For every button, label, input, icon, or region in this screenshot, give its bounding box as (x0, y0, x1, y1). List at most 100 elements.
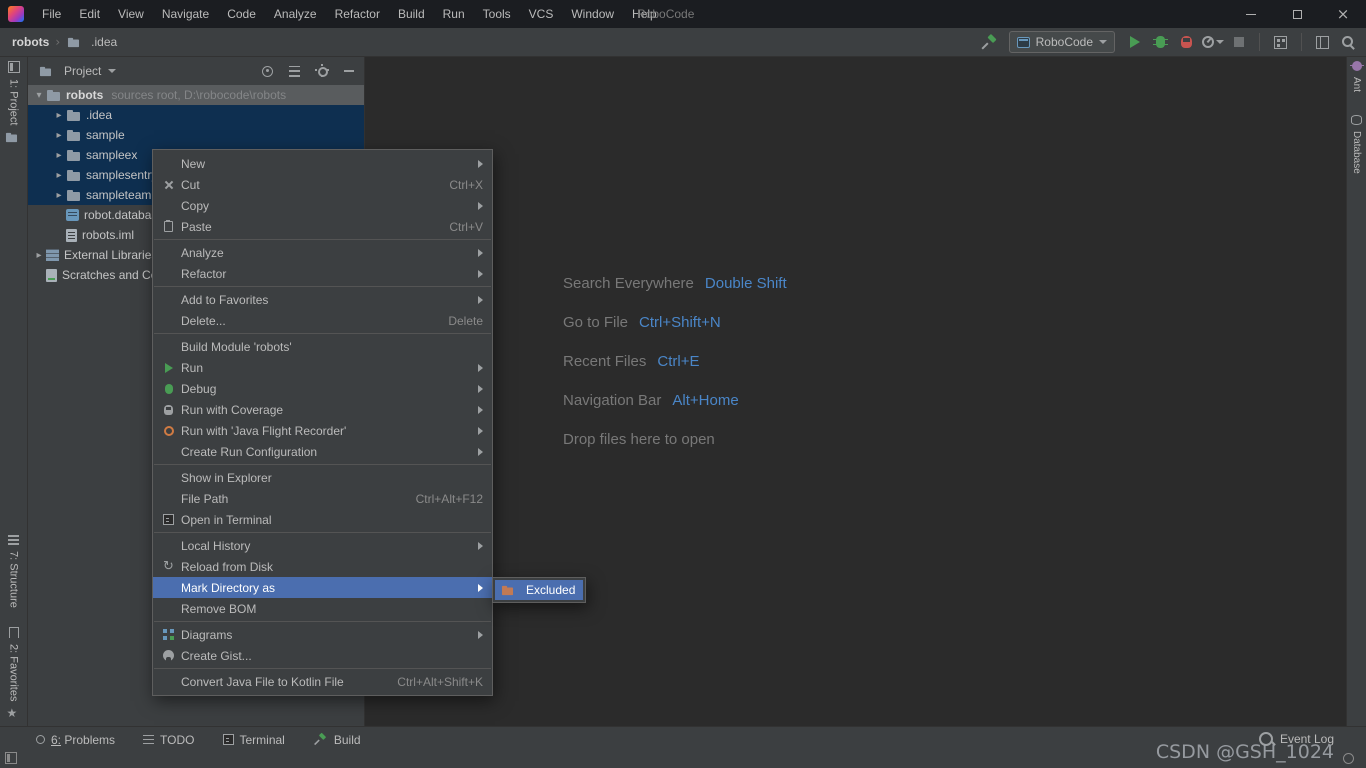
chevron-down-icon[interactable] (108, 69, 117, 73)
menu-item-create-gist[interactable]: Create Gist... (153, 645, 492, 666)
menubar-build[interactable]: Build (389, 0, 434, 28)
menu-item-create-run-configuration[interactable]: Create Run Configuration (153, 441, 492, 462)
menu-item-mark-directory-as[interactable]: Mark Directory as (153, 577, 492, 598)
menu-item-open-in-terminal[interactable]: Open in Terminal (153, 509, 492, 530)
minimize-button[interactable] (1228, 0, 1274, 28)
maximize-icon (1292, 9, 1302, 19)
search-everywhere-button[interactable] (1337, 31, 1360, 53)
menu-item-delete[interactable]: Delete... Delete (153, 310, 492, 331)
flight-recorder-icon (159, 423, 178, 439)
project-tab-icon (7, 61, 20, 73)
build-tab-button[interactable]: Build (313, 732, 361, 747)
menubar-run[interactable]: Run (434, 0, 474, 28)
collapse-all-icon[interactable] (289, 65, 300, 77)
menu-item-refactor[interactable]: Refactor (153, 263, 492, 284)
hint-label: Navigation Bar (563, 391, 662, 409)
menu-item-analyze[interactable]: Analyze (153, 242, 492, 263)
menu-item-show-in-explorer[interactable]: Show in Explorer (153, 467, 492, 488)
tool-tab-structure[interactable]: 7: Structure (0, 535, 27, 608)
coverage-button[interactable] (1175, 31, 1198, 53)
menu-item-label: Mark Directory as (181, 580, 276, 595)
menu-item-debug[interactable]: Debug (153, 378, 492, 399)
submenu-item-excluded[interactable]: Excluded (495, 580, 583, 600)
menu-item-paste[interactable]: Paste Ctrl+V (153, 216, 492, 237)
problems-button[interactable]: 6: Problems (36, 733, 115, 747)
chevron-down-icon (1215, 40, 1224, 44)
locate-file-icon[interactable] (262, 65, 273, 77)
menubar-navigate[interactable]: Navigate (153, 0, 218, 28)
gear-icon[interactable] (316, 64, 328, 77)
menu-item-new[interactable]: New (153, 153, 492, 174)
tree-row[interactable]: ▸ .idea (28, 105, 364, 125)
hint-line: Go to File Ctrl+Shift+N (563, 312, 787, 332)
menu-item-label: Create Run Configuration (181, 444, 318, 459)
menubar-edit[interactable]: Edit (70, 0, 109, 28)
menu-item-run-with-coverage[interactable]: Run with Coverage (153, 399, 492, 420)
menu-item-run[interactable]: Run (153, 357, 492, 378)
blank-icon (159, 470, 178, 486)
menubar-tools[interactable]: Tools (474, 0, 520, 28)
hint-shortcut: Double Shift (704, 274, 787, 292)
menubar-view[interactable]: View (109, 0, 153, 28)
project-structure-button[interactable] (1269, 31, 1292, 53)
folder-icon (66, 109, 81, 122)
menu-item-run-with-jfr[interactable]: Run with 'Java Flight Recorder' (153, 420, 492, 441)
debug-icon (1153, 36, 1168, 48)
hide-panel-icon[interactable] (344, 70, 354, 72)
build-project-button[interactable] (978, 31, 1001, 53)
menu-item-add-to-favorites[interactable]: Add to Favorites (153, 289, 492, 310)
run-button[interactable] (1123, 31, 1146, 53)
chevron-collapsed-icon[interactable]: ▸ (52, 110, 66, 121)
menu-item-copy[interactable]: Copy (153, 195, 492, 216)
debug-button[interactable] (1149, 31, 1172, 53)
project-header-icon (39, 65, 52, 76)
menu-item-local-history[interactable]: Local History (153, 535, 492, 556)
favorites-star-button[interactable] (0, 706, 27, 720)
menu-item-file-path[interactable]: File Path Ctrl+Alt+F12 (153, 488, 492, 509)
layout-button[interactable] (1311, 31, 1334, 53)
menu-item-remove-bom[interactable]: Remove BOM (153, 598, 492, 619)
chevron-expanded-icon[interactable]: ▾ (32, 90, 46, 101)
tool-tab-ant[interactable]: Ant (1347, 61, 1366, 92)
menu-item-build-module[interactable]: Build Module 'robots' (153, 336, 492, 357)
menubar-refactor[interactable]: Refactor (326, 0, 389, 28)
close-button[interactable]: × (1320, 0, 1366, 28)
terminal-button[interactable]: Terminal (222, 733, 285, 747)
tree-row[interactable]: ▸ sample (28, 125, 364, 145)
tool-tab-database[interactable]: Database (1347, 115, 1366, 174)
breadcrumb-child[interactable]: .idea (91, 35, 117, 49)
todo-button[interactable]: TODO (143, 733, 195, 747)
menu-item-label: Reload from Disk (181, 559, 274, 574)
chevron-collapsed-icon[interactable]: ▸ (52, 170, 66, 181)
status-corner-icon[interactable] (1343, 753, 1354, 764)
menubar-analyze[interactable]: Analyze (265, 0, 326, 28)
run-configuration-select[interactable]: RoboCode (1008, 31, 1115, 53)
project-panel-title[interactable]: Project (64, 64, 101, 78)
menu-item-label: Run with 'Java Flight Recorder' (181, 423, 347, 438)
chevron-collapsed-icon[interactable]: ▸ (52, 190, 66, 201)
chevron-collapsed-icon[interactable]: ▸ (32, 250, 46, 261)
blank-icon (159, 538, 178, 554)
menu-item-cut[interactable]: Cut Ctrl+X (153, 174, 492, 195)
tool-tab-favorites[interactable]: 2: Favorites (0, 627, 27, 701)
breadcrumb-root[interactable]: robots (12, 35, 49, 49)
tool-tab-project[interactable]: 1: Project (0, 61, 27, 144)
toolwindow-switcher-icon[interactable] (5, 752, 17, 764)
menu-item-diagrams[interactable]: Diagrams (153, 624, 492, 645)
menu-separator (154, 668, 491, 669)
menubar-window[interactable]: Window (562, 0, 623, 28)
profiler-button[interactable] (1201, 31, 1224, 53)
chevron-collapsed-icon[interactable]: ▸ (52, 130, 66, 141)
excluded-folder-icon (501, 584, 514, 595)
menu-item-reload-from-disk[interactable]: ↻ Reload from Disk (153, 556, 492, 577)
submenu-arrow-icon (478, 541, 483, 550)
stop-icon (1233, 37, 1244, 47)
menubar-code[interactable]: Code (218, 0, 265, 28)
chevron-collapsed-icon[interactable]: ▸ (52, 150, 66, 161)
menubar-vcs[interactable]: VCS (520, 0, 563, 28)
menu-item-convert-java-to-kotlin[interactable]: Convert Java File to Kotlin File Ctrl+Alt… (153, 671, 492, 692)
tree-row-root[interactable]: ▾ robots sources root, D:\robocode\robot… (28, 85, 364, 105)
maximize-button[interactable] (1274, 0, 1320, 28)
menubar-file[interactable]: File (33, 0, 70, 28)
menu-item-label: Build Module 'robots' (181, 339, 292, 354)
